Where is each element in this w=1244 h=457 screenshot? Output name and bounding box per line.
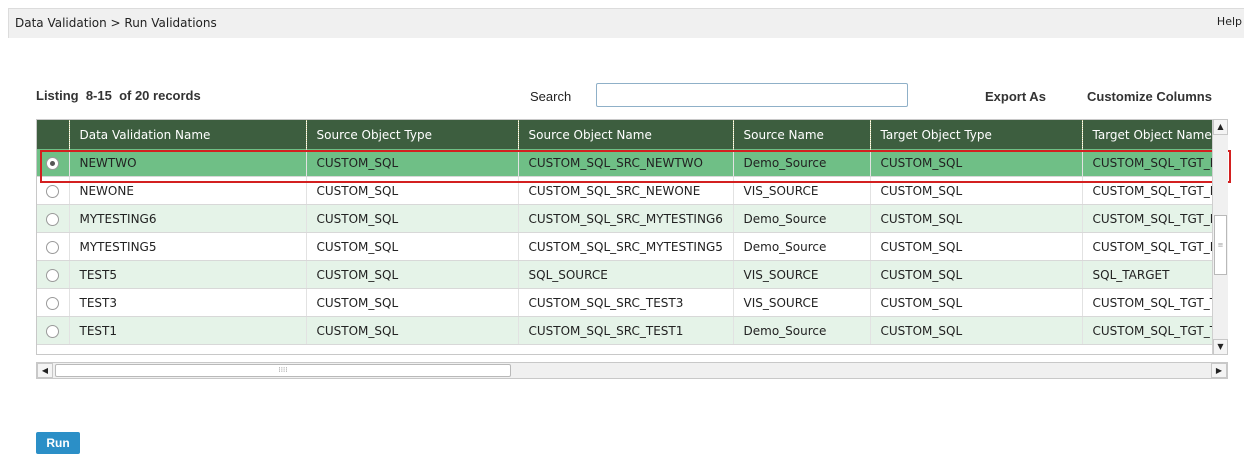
table-cell: VIS_SOURCE: [732, 260, 870, 289]
search-label: Search: [530, 89, 572, 104]
table-cell: CUSTOM_SQL: [305, 260, 518, 289]
table-cell: TEST5: [68, 260, 306, 289]
table-cell: Demo_Source: [732, 316, 870, 345]
table-row[interactable]: TEST3 CUSTOM_SQL CUSTOM_SQL_SRC_TEST3 VI…: [37, 288, 1222, 317]
table-cell: CUSTOM_SQL_SRC_TEST1: [517, 316, 733, 345]
table-cell: MYTESTING5: [68, 232, 306, 261]
row-select-cell[interactable]: [37, 149, 69, 177]
triangle-down-icon[interactable]: ▼: [1213, 339, 1228, 355]
help-link[interactable]: Help: [1217, 15, 1242, 28]
row-select-cell[interactable]: [37, 316, 69, 345]
row-radio-button[interactable]: [46, 184, 60, 198]
table-cell: CUSTOM_SQL: [305, 288, 518, 317]
table-cell: CUSTOM_SQL: [869, 260, 1082, 289]
breadcrumb: Data Validation > Run Validations: [15, 16, 217, 30]
table-cell: CUSTOM_SQL: [869, 149, 1082, 177]
grip-icon: ≡: [1217, 241, 1224, 249]
table-cell: CUSTOM_SQL_SRC_NEWONE: [517, 176, 733, 205]
table-cell: Demo_Source: [732, 204, 870, 233]
table-cell: CUSTOM_SQL: [305, 204, 518, 233]
table-row[interactable]: MYTESTING6 CUSTOM_SQL CUSTOM_SQL_SRC_MYT…: [37, 204, 1222, 233]
row-radio-button[interactable]: [46, 212, 60, 226]
table-cell: CUSTOM_SQL: [869, 204, 1082, 233]
table-cell: CUSTOM_SQL: [305, 316, 518, 345]
table-cell: SQL_TARGET: [1081, 260, 1222, 289]
triangle-left-icon[interactable]: ◀: [37, 363, 53, 378]
column-header-source-name[interactable]: Source Name: [732, 120, 870, 149]
export-as-link[interactable]: Export As: [985, 89, 1046, 104]
column-header-source-object-type[interactable]: Source Object Type: [305, 120, 518, 149]
table-row[interactable]: NEWTWO CUSTOM_SQL CUSTOM_SQL_SRC_NEWTWO …: [37, 149, 1222, 177]
row-select-cell[interactable]: [37, 260, 69, 289]
validations-grid: Data Validation Name Source Object Type …: [36, 119, 1228, 355]
column-header-source-object-name[interactable]: Source Object Name: [517, 120, 733, 149]
column-header-select: [37, 120, 69, 149]
row-select-cell[interactable]: [37, 232, 69, 261]
table-cell: CUSTOM_SQL: [869, 232, 1082, 261]
table-cell: CUSTOM_SQL_SRC_MYTESTING5: [517, 232, 733, 261]
table-row[interactable]: TEST1 CUSTOM_SQL CUSTOM_SQL_SRC_TEST1 De…: [37, 316, 1222, 345]
column-header-validation-name[interactable]: Data Validation Name: [68, 120, 306, 149]
table-cell: CUSTOM_SQL: [305, 232, 518, 261]
vertical-scroll-thumb[interactable]: ≡: [1214, 215, 1227, 275]
run-button[interactable]: Run: [36, 432, 80, 454]
table-header-row: Data Validation Name Source Object Type …: [37, 120, 1222, 149]
horizontal-scroll-thumb[interactable]: ⁞⁞⁞⁞: [55, 364, 511, 377]
row-select-cell[interactable]: [37, 204, 69, 233]
table-cell: NEWTWO: [68, 149, 306, 177]
validations-table: Data Validation Name Source Object Type …: [37, 120, 1222, 345]
grip-icon: ⁞⁞⁞⁞: [278, 366, 288, 374]
table-cell: CUSTOM_SQL_TGT_TEST3: [1081, 288, 1222, 317]
row-select-cell[interactable]: [37, 176, 69, 205]
search-input[interactable]: [596, 83, 908, 107]
vertical-scrollbar[interactable]: ▲ ≡ ▼: [1212, 119, 1228, 355]
table-cell: VIS_SOURCE: [732, 176, 870, 205]
row-radio-button[interactable]: [46, 324, 60, 338]
table-cell: CUSTOM_SQL: [305, 149, 518, 177]
column-header-target-object-name[interactable]: Target Object Name: [1081, 120, 1222, 149]
row-radio-button[interactable]: [46, 296, 60, 310]
table-cell: Demo_Source: [732, 149, 870, 177]
table-cell: CUSTOM_SQL: [869, 316, 1082, 345]
title-bar: Data Validation > Run Validations Help: [8, 8, 1244, 38]
table-cell: CUSTOM_SQL_TGT_TEST1: [1081, 316, 1222, 345]
table-row[interactable]: NEWONE CUSTOM_SQL CUSTOM_SQL_SRC_NEWONE …: [37, 176, 1222, 205]
customize-columns-link[interactable]: Customize Columns: [1087, 89, 1212, 104]
table-cell: CUSTOM_SQL_TGT_MYTESTING5: [1081, 232, 1222, 261]
table-cell: Demo_Source: [732, 232, 870, 261]
row-radio-button[interactable]: [46, 156, 60, 170]
table-cell: CUSTOM_SQL: [305, 176, 518, 205]
row-radio-button[interactable]: [46, 268, 60, 282]
table-cell: VIS_SOURCE: [732, 288, 870, 317]
table-cell: TEST3: [68, 288, 306, 317]
table-cell: CUSTOM_SQL_SRC_TEST3: [517, 288, 733, 317]
triangle-right-icon[interactable]: ▶: [1211, 363, 1227, 378]
table-row[interactable]: MYTESTING5 CUSTOM_SQL CUSTOM_SQL_SRC_MYT…: [37, 232, 1222, 261]
table-cell: CUSTOM_SQL_TGT_MYTESTING6: [1081, 204, 1222, 233]
listing-count: Listing 8-15 of 20 records: [36, 88, 201, 103]
table-cell: CUSTOM_SQL_SRC_NEWTWO: [517, 149, 733, 177]
row-radio-button[interactable]: [46, 240, 60, 254]
table-row[interactable]: TEST5 CUSTOM_SQL SQL_SOURCE VIS_SOURCE C…: [37, 260, 1222, 289]
table-cell: MYTESTING6: [68, 204, 306, 233]
row-select-cell[interactable]: [37, 288, 69, 317]
table-cell: NEWONE: [68, 176, 306, 205]
table-cell: SQL_SOURCE: [517, 260, 733, 289]
table-cell: CUSTOM_SQL_TGT_NEWONE: [1081, 176, 1222, 205]
horizontal-scrollbar[interactable]: ◀ ⁞⁞⁞⁞ ▶: [36, 362, 1228, 379]
table-cell: CUSTOM_SQL: [869, 288, 1082, 317]
table-cell: CUSTOM_SQL: [869, 176, 1082, 205]
triangle-up-icon[interactable]: ▲: [1213, 119, 1228, 135]
table-cell: CUSTOM_SQL_SRC_MYTESTING6: [517, 204, 733, 233]
column-header-target-object-type[interactable]: Target Object Type: [869, 120, 1082, 149]
table-cell: CUSTOM_SQL_TGT_NEWTWO: [1081, 149, 1222, 177]
table-cell: TEST1: [68, 316, 306, 345]
